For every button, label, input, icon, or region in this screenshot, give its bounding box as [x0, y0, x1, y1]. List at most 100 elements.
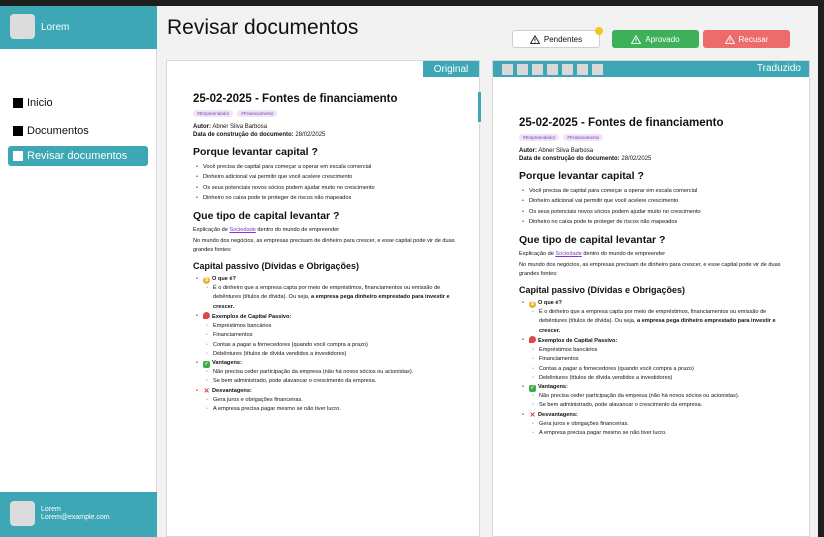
app-window: Lorem Inicio Documentos Revisar document…	[0, 6, 818, 537]
list-item: Os seus potenciais novos sócios podem aj…	[519, 207, 791, 218]
window-edge	[818, 6, 824, 537]
why-list: Você precisa de capital para começar a o…	[519, 186, 791, 227]
avatar	[10, 501, 35, 526]
author-line: Autor: Abner Silva Barbosa	[193, 124, 268, 130]
tag-list: #Empreendedor #Financiamento	[519, 134, 791, 141]
toolbar-button[interactable]	[502, 64, 513, 75]
pending-button[interactable]: Pendentes	[512, 30, 600, 48]
money-bag-icon: $	[203, 277, 210, 285]
warning-triangle-icon	[631, 34, 642, 44]
list-item: É o dinheiro que a empresa capta por mei…	[519, 308, 791, 336]
list-item: Contas a pagar a fornecedores (quando vo…	[519, 365, 791, 375]
tag[interactable]: #Empreendedor	[519, 134, 560, 141]
warning-triangle-icon	[529, 34, 540, 44]
original-tab[interactable]: Original	[423, 61, 479, 77]
translated-document: 25-02-2025 - Fontes de financiamento #Em…	[519, 117, 791, 439]
list-item: Não precisa ceder participação da empres…	[519, 392, 791, 402]
list-item: ✕Desvantagens:	[519, 411, 791, 420]
list-item: Você precisa de capital para começar a o…	[193, 162, 465, 173]
pending-button-label: Pendentes	[543, 34, 583, 44]
tag[interactable]: #Financiamento	[237, 110, 278, 117]
scrollbar[interactable]	[478, 92, 481, 122]
check-mark-icon: ✓	[203, 361, 210, 369]
sidebar: Lorem Inicio Documentos Revisar document…	[0, 6, 157, 537]
sociedade-link[interactable]: Sociedade	[229, 227, 255, 233]
heading-why: Porque levantar capital ?	[193, 146, 318, 158]
list-item: Financiamentos	[193, 331, 465, 341]
list-item: ✕Desvantagens:	[193, 387, 465, 396]
pushpin-icon	[529, 335, 536, 343]
sidebar-item-label: Documentos	[27, 125, 89, 137]
list-item: Os seus potenciais novos sócios podem aj…	[193, 183, 465, 194]
tag-list: #Empreendedor #Financiamento	[193, 110, 465, 117]
brand-logo	[10, 14, 35, 39]
document-title: 25-02-2025 - Fontes de financiamento	[193, 93, 398, 105]
approve-button-label: Aprovado	[645, 34, 680, 44]
sociedade-link[interactable]: Sociedade	[555, 251, 581, 257]
pushpin-icon	[203, 311, 210, 319]
list-item: Dinheiro adicional vai permitir que você…	[519, 196, 791, 207]
list-item: Empréstimos bancários	[193, 322, 465, 332]
heading-type: Que tipo de capital levantar ?	[519, 234, 666, 247]
approve-button[interactable]: Aprovado	[612, 30, 699, 48]
list-item: Dinheiro no caixa pode te proteger de ri…	[519, 217, 791, 228]
original-document: 25-02-2025 - Fontes de financiamento #Em…	[193, 93, 465, 415]
list-item: Empréstimos bancários	[519, 346, 791, 356]
documents-icon	[13, 126, 23, 136]
intro-line: Explicação de Sociedade dentro do mundo …	[519, 251, 666, 258]
list-item: Se bem administrado, pode alavancar o cr…	[519, 401, 791, 411]
sidebar-header: Lorem	[0, 6, 157, 49]
date-line: Data de construção do documento: 28/02/2…	[193, 132, 326, 138]
toolbar-button[interactable]	[517, 64, 528, 75]
translated-tab[interactable]: Traduzido	[757, 63, 801, 74]
list-item: Dinheiro adicional vai permitir que você…	[193, 172, 465, 183]
review-icon	[13, 151, 23, 161]
translated-document-panel[interactable]: Traduzido 25-02-2025 - Fontes de financi…	[492, 60, 810, 537]
passive-list: $O que é? É o dinheiro que a empresa cap…	[519, 299, 791, 439]
user-info: Lorem Lorem@example.com	[41, 506, 110, 522]
toolbar-button[interactable]	[577, 64, 588, 75]
list-item: Contas a pagar a fornecedores (quando vo…	[193, 341, 465, 351]
page-title: Revisar documentos	[167, 16, 359, 39]
sidebar-item-revisar-documentos[interactable]: Revisar documentos	[8, 146, 148, 166]
list-item: $O que é?	[193, 275, 465, 285]
list-item: Você precisa de capital para começar a o…	[519, 186, 791, 197]
date-line: Data de construção do documento: 28/02/2…	[519, 156, 652, 162]
document-title: 25-02-2025 - Fontes de financiamento	[519, 117, 724, 129]
home-icon	[13, 98, 23, 108]
original-document-panel[interactable]: Original 25-02-2025 - Fontes de financia…	[166, 60, 480, 537]
tag[interactable]: #Empreendedor	[193, 110, 234, 117]
toolbar-button[interactable]	[547, 64, 558, 75]
why-list: Você precisa de capital para começar a o…	[193, 162, 465, 203]
heading-passive: Capital passivo (Dívidas e Obrigações)	[519, 285, 686, 296]
intro-line: Explicação de Sociedade dentro do mundo …	[193, 227, 340, 234]
user-email: Lorem@example.com	[41, 514, 110, 521]
toolbar-button[interactable]	[592, 64, 603, 75]
list-item: Exemplos de Capital Passivo:	[519, 335, 791, 346]
reject-button[interactable]: Recusar	[703, 30, 790, 48]
paragraph: No mundo dos negócios, as empresas preci…	[519, 262, 781, 277]
pending-indicator-dot	[595, 27, 603, 35]
heading-type: Que tipo de capital levantar ?	[193, 210, 340, 223]
list-item: Gera juros e obrigações financeiras.	[519, 420, 791, 430]
list-item: Debêntures (títulos de dívida vendidos a…	[519, 374, 791, 384]
list-item: A empresa precisa pagar mesmo se não tiv…	[519, 429, 791, 439]
user-profile[interactable]: Lorem Lorem@example.com	[0, 492, 157, 537]
list-item: ✓Vantagens:	[193, 359, 465, 369]
toolbar-button[interactable]	[562, 64, 573, 75]
warning-triangle-icon	[724, 34, 735, 44]
sidebar-item-inicio[interactable]: Inicio	[8, 93, 148, 113]
passive-list: $O que é? É o dinheiro que a empresa cap…	[193, 275, 465, 415]
sidebar-item-documentos[interactable]: Documentos	[8, 121, 148, 141]
paragraph: No mundo dos negócios, as empresas preci…	[193, 238, 455, 253]
toolbar-button[interactable]	[532, 64, 543, 75]
heading-passive: Capital passivo (Dívidas e Obrigações)	[193, 261, 360, 272]
money-bag-icon: $	[529, 301, 536, 309]
list-item: Não precisa ceder participação da empres…	[193, 368, 465, 378]
list-item: A empresa precisa pagar mesmo se não tiv…	[193, 405, 465, 415]
sidebar-item-label: Inicio	[27, 97, 53, 109]
list-item: ✓Vantagens:	[519, 383, 791, 393]
cross-mark-icon: ✕	[203, 387, 210, 395]
tag[interactable]: #Financiamento	[563, 134, 604, 141]
translated-toolbar: Traduzido	[493, 61, 809, 77]
